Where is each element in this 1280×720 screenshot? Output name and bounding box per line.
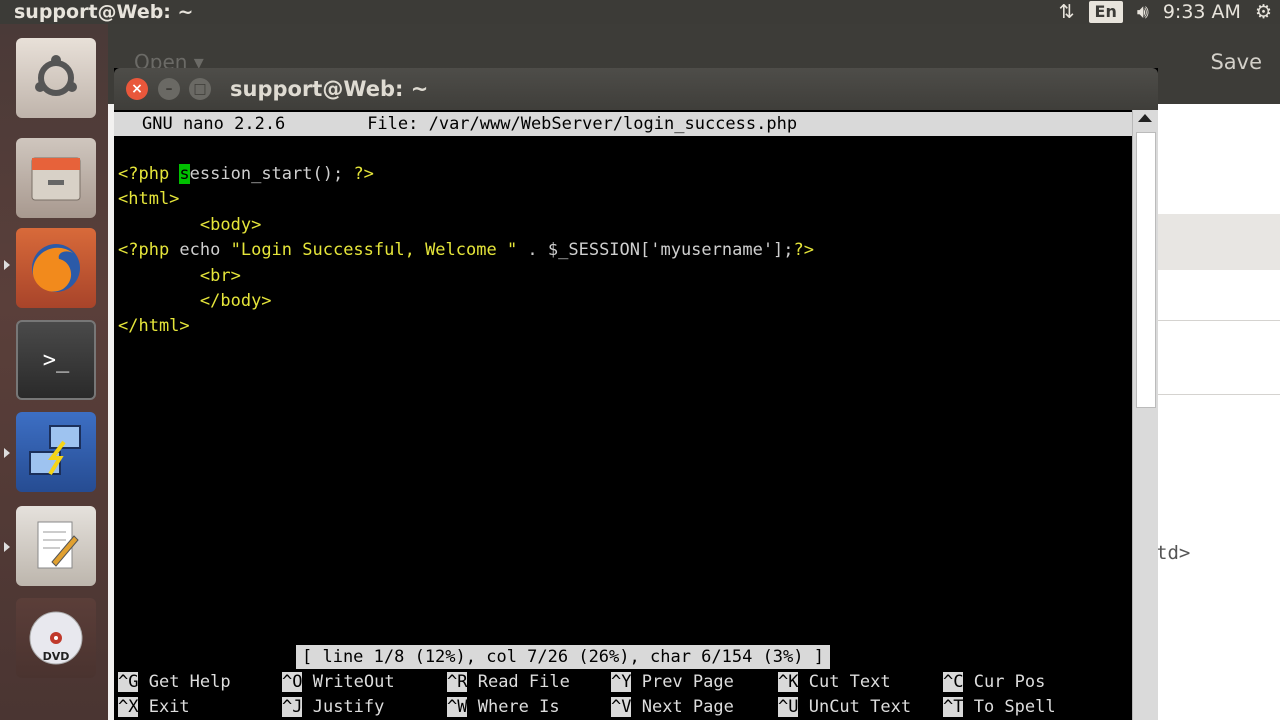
- code-token: echo: [179, 240, 231, 261]
- shortcut-item[interactable]: ^J Justify: [282, 695, 384, 720]
- code-token: . $_SESSION['myusername'];: [517, 240, 794, 261]
- shortcut-key: ^T: [943, 697, 964, 717]
- code-token: <body>: [199, 214, 262, 235]
- keyboard-layout-indicator[interactable]: En: [1088, 1, 1123, 23]
- panel-window-title: support@Web: ~: [14, 1, 194, 23]
- code-token: ?>: [353, 164, 374, 184]
- firefox-icon[interactable]: [16, 228, 96, 308]
- background-document-area: [1158, 104, 1280, 720]
- terminal-icon[interactable]: >_: [16, 320, 96, 400]
- shortcut-item[interactable]: ^G Get Help: [118, 670, 231, 695]
- shortcut-key: ^Y: [611, 672, 632, 692]
- gear-icon[interactable]: ⚙: [1255, 1, 1272, 23]
- shortcut-label: Get Help: [138, 672, 231, 692]
- shortcut-item[interactable]: ^R Read File: [447, 670, 570, 695]
- background-partial-text: td>: [1156, 542, 1191, 564]
- code-token: </body>: [199, 291, 272, 312]
- shortcut-label: Prev Page: [631, 672, 734, 692]
- shortcut-key: ^G: [118, 672, 139, 692]
- save-button[interactable]: Save: [1210, 50, 1262, 74]
- scroll-up-arrow-icon[interactable]: [1138, 114, 1152, 122]
- terminal-window[interactable]: × – □ support@Web: ~ GNU nano 2.2.6 File…: [114, 68, 1158, 720]
- shortcut-item[interactable]: ^V Next Page: [611, 695, 734, 720]
- code-line[interactable]: <?php echo "Login Successful, Welcome " …: [118, 238, 814, 263]
- shortcut-label: WriteOut: [302, 672, 395, 692]
- minimize-icon[interactable]: –: [158, 78, 180, 100]
- nano-filename: File: /var/www/WebServer/login_success.p…: [367, 114, 798, 134]
- shortcut-item[interactable]: ^K Cut Text: [778, 670, 891, 695]
- shortcut-label: To Spell: [963, 697, 1056, 717]
- code-line[interactable]: </body>: [118, 289, 814, 314]
- scrollbar[interactable]: [1132, 110, 1158, 720]
- shortcut-item[interactable]: ^O WriteOut: [282, 670, 395, 695]
- shortcut-item[interactable]: ^U UnCut Text: [778, 695, 911, 720]
- shortcut-key: ^X: [118, 697, 139, 717]
- shortcut-item[interactable]: ^W Where Is: [447, 695, 560, 720]
- code-token: ession_start();: [189, 164, 354, 184]
- text-editor-icon[interactable]: [16, 506, 96, 586]
- clock[interactable]: 9:33 AM: [1163, 1, 1241, 23]
- code-line[interactable]: <html>: [118, 187, 814, 212]
- code-line[interactable]: </html>: [118, 314, 814, 339]
- shortcut-label: UnCut Text: [798, 697, 912, 717]
- shortcut-key: ^V: [611, 697, 632, 717]
- scrollbar-thumb[interactable]: [1136, 132, 1156, 408]
- status-message: [ line 1/8 (12%), col 7/26 (26%), char 6…: [296, 645, 830, 669]
- text-cursor: s: [179, 164, 190, 184]
- files-icon[interactable]: [16, 138, 96, 218]
- shortcut-label: Read File: [467, 672, 570, 692]
- code-token: <br>: [199, 265, 241, 286]
- nano-shortcut-bar: ^G Get Help ^O WriteOut ^R Read File ^Y Pre…: [114, 670, 1132, 720]
- shortcut-item[interactable]: ^Y Prev Page: [611, 670, 734, 695]
- code-token: </html>: [118, 316, 190, 337]
- remote-desktop-icon[interactable]: [16, 412, 96, 492]
- volume-icon[interactable]: 🔊︎: [1137, 1, 1149, 23]
- shortcut-key: ^J: [282, 697, 303, 717]
- nano-header-bar: GNU nano 2.2.6 File: /var/www/WebServer/…: [114, 112, 1132, 136]
- shortcut-key: ^C: [943, 672, 964, 692]
- shortcut-key: ^U: [778, 697, 799, 717]
- shortcut-label: Next Page: [631, 697, 734, 717]
- shortcut-key: ^R: [447, 672, 468, 692]
- code-token: <?php: [118, 164, 180, 184]
- shortcut-label: Exit: [138, 697, 190, 717]
- close-icon[interactable]: ×: [126, 78, 148, 100]
- shortcut-label: Justify: [302, 697, 385, 717]
- shortcut-key: ^K: [778, 672, 799, 692]
- code-line[interactable]: <br>: [118, 264, 814, 289]
- terminal-title: support@Web: ~: [230, 77, 429, 101]
- launcher: >_ DVD: [0, 24, 110, 720]
- code-token: "Login Successful, Welcome ": [230, 240, 518, 261]
- shortcut-item[interactable]: ^X Exit: [118, 695, 190, 720]
- dvd-icon[interactable]: DVD: [16, 598, 96, 678]
- code-line[interactable]: <body>: [118, 213, 814, 238]
- shortcut-label: Where Is: [467, 697, 560, 717]
- shortcut-label: Cut Text: [798, 672, 891, 692]
- code-line[interactable]: <?php session_start(); ?>: [118, 162, 814, 187]
- system-tray: ⇅ En 🔊︎ 9:33 AM ⚙: [1059, 0, 1272, 24]
- code-token: <?php: [118, 240, 180, 261]
- code-token: <html>: [118, 189, 180, 210]
- nano-version: GNU nano 2.2.6: [142, 114, 286, 134]
- shortcut-label: Cur Pos: [963, 672, 1046, 692]
- code-token: ?>: [793, 240, 815, 261]
- editor-text-area[interactable]: <?php session_start(); ?> <html> <body> <?…: [118, 162, 814, 340]
- top-panel: support@Web: ~ ⇅ En 🔊︎ 9:33 AM ⚙: [0, 0, 1280, 24]
- shortcut-item[interactable]: ^C Cur Pos: [943, 670, 1045, 695]
- shortcut-key: ^O: [282, 672, 303, 692]
- terminal-titlebar[interactable]: × – □ support@Web: ~: [114, 68, 1158, 110]
- network-icon[interactable]: ⇅: [1059, 1, 1075, 23]
- ubuntu-dash-icon[interactable]: [16, 38, 96, 118]
- svg-text:DVD: DVD: [43, 650, 70, 663]
- maximize-icon[interactable]: □: [189, 78, 211, 100]
- shortcut-item[interactable]: ^T To Spell: [943, 695, 1056, 720]
- shortcut-key: ^W: [447, 697, 468, 717]
